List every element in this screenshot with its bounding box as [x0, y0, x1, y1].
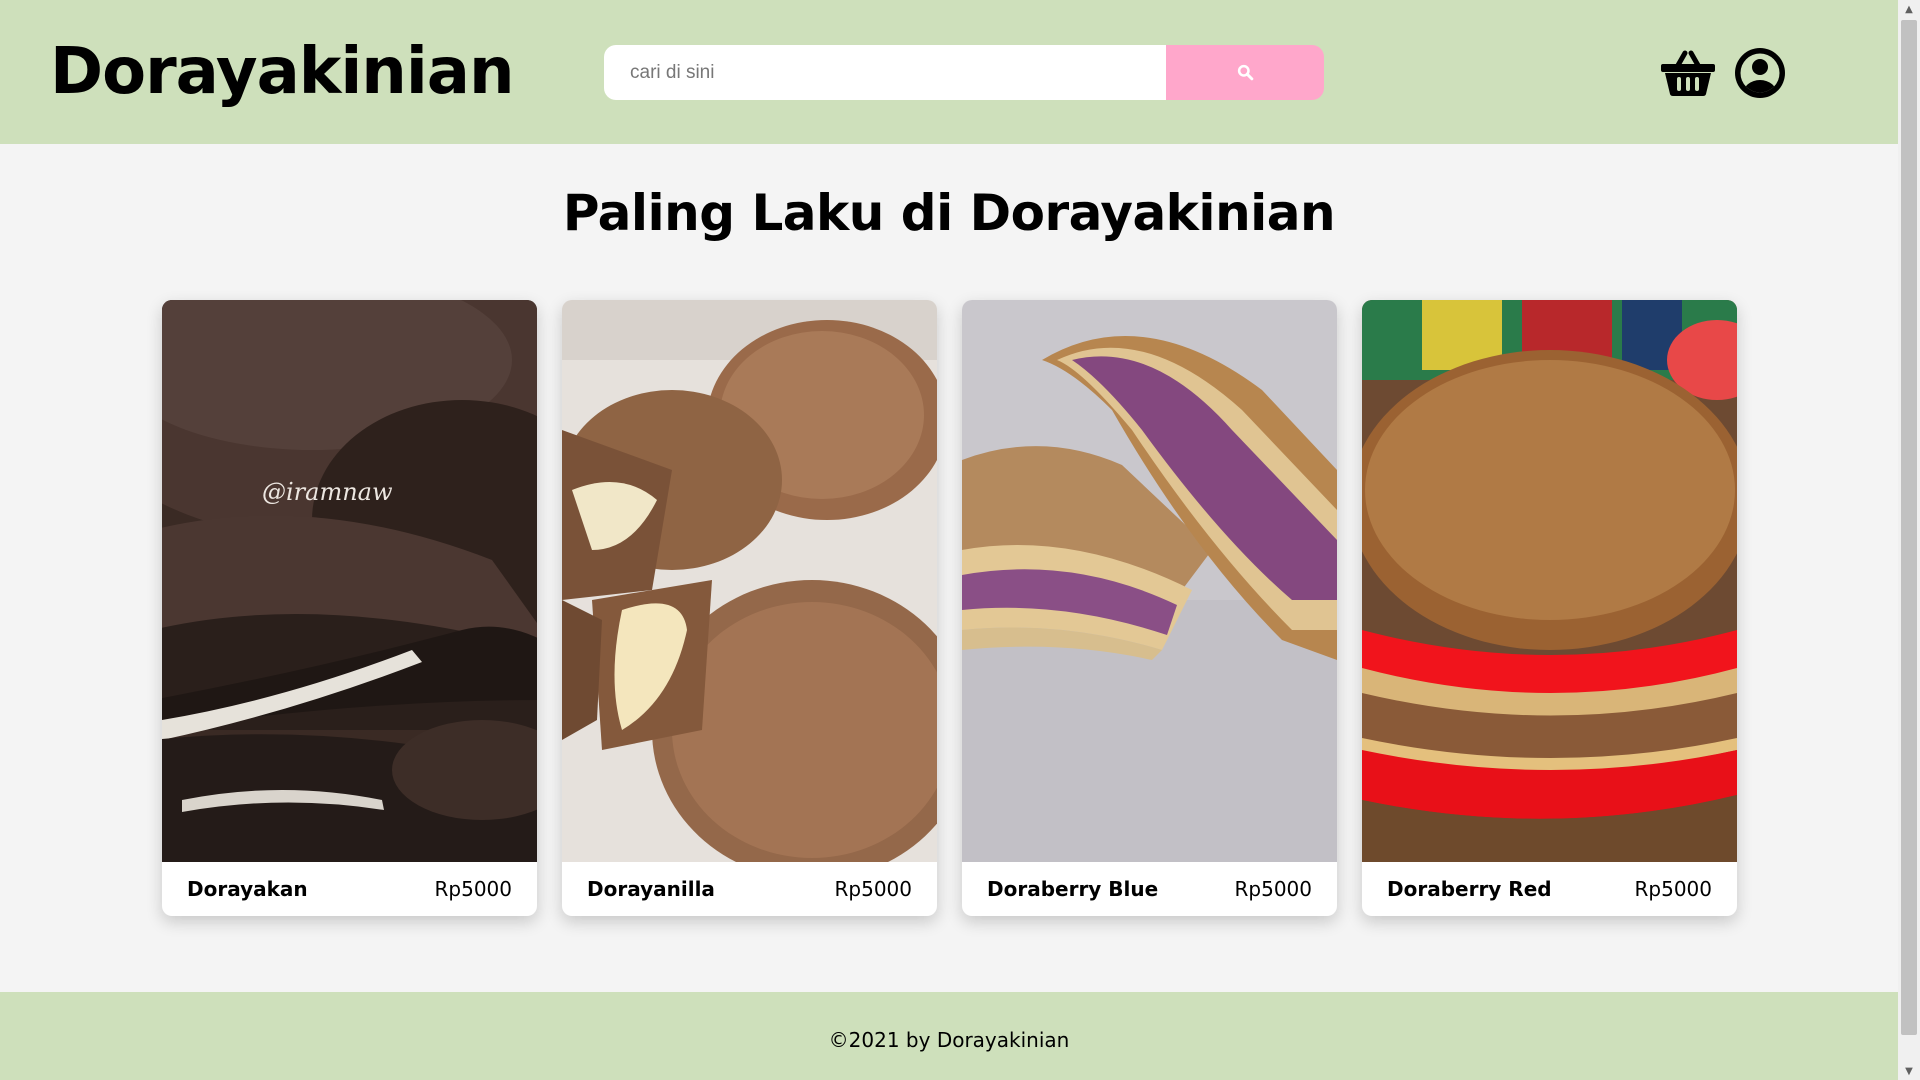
- image-watermark: @iramnaw: [262, 478, 393, 506]
- header-actions: [1660, 47, 1788, 99]
- product-card[interactable]: Dorayanilla Rp5000: [562, 300, 937, 916]
- site-logo[interactable]: Dorayakinian: [50, 34, 515, 110]
- scroll-down-arrow[interactable]: ▼: [1898, 1062, 1920, 1080]
- product-card[interactable]: Doraberry Red Rp5000: [1362, 300, 1737, 916]
- footer-copyright: ©2021 by Dorayakinian: [828, 1028, 1070, 1052]
- product-name: Dorayanilla: [587, 877, 715, 901]
- account-button[interactable]: [1732, 47, 1788, 99]
- product-info: Dorayakan Rp5000: [162, 862, 537, 916]
- search-bar: [604, 45, 1324, 100]
- product-price: Rp5000: [434, 877, 513, 901]
- header: Dorayakinian: [0, 0, 1898, 144]
- scroll-up-arrow[interactable]: ▲: [1898, 0, 1920, 18]
- search-input[interactable]: [604, 45, 1166, 100]
- scrollbar-thumb[interactable]: [1901, 20, 1917, 1035]
- product-name: Dorayakan: [187, 877, 308, 901]
- product-price: Rp5000: [834, 877, 913, 901]
- search-icon: [1237, 64, 1253, 81]
- product-info: Dorayanilla Rp5000: [562, 862, 937, 916]
- footer: ©2021 by Dorayakinian: [0, 992, 1898, 1080]
- product-image-doraberry-red[interactable]: [1362, 300, 1737, 862]
- product-price: Rp5000: [1234, 877, 1313, 901]
- product-image-doraberry-blue[interactable]: [962, 300, 1337, 862]
- product-info: Doraberry Red Rp5000: [1362, 862, 1737, 916]
- page: Dorayakinian cari di sini Paling Laku di…: [0, 0, 1898, 1080]
- product-list: @iramnaw Dorayakan Rp5000 Dorayanilla Rp…: [162, 300, 1737, 916]
- user-circle-icon: [1735, 48, 1785, 98]
- product-card[interactable]: Doraberry Blue Rp5000: [962, 300, 1337, 916]
- product-name: Doraberry Red: [1387, 877, 1552, 901]
- page-title: Paling Laku di Dorayakinian: [562, 184, 1336, 242]
- product-info: Doraberry Blue Rp5000: [962, 862, 1337, 916]
- product-card[interactable]: @iramnaw Dorayakan Rp5000: [162, 300, 537, 916]
- cart-button[interactable]: [1660, 47, 1716, 99]
- basket-icon: [1661, 50, 1715, 96]
- vertical-scrollbar[interactable]: ▲ ▼: [1898, 0, 1920, 1080]
- product-name: Doraberry Blue: [987, 877, 1159, 901]
- product-price: Rp5000: [1634, 877, 1713, 901]
- product-image-dorayanilla[interactable]: [562, 300, 937, 862]
- product-image-dorayakan[interactable]: @iramnaw: [162, 300, 537, 862]
- search-button[interactable]: [1166, 45, 1324, 100]
